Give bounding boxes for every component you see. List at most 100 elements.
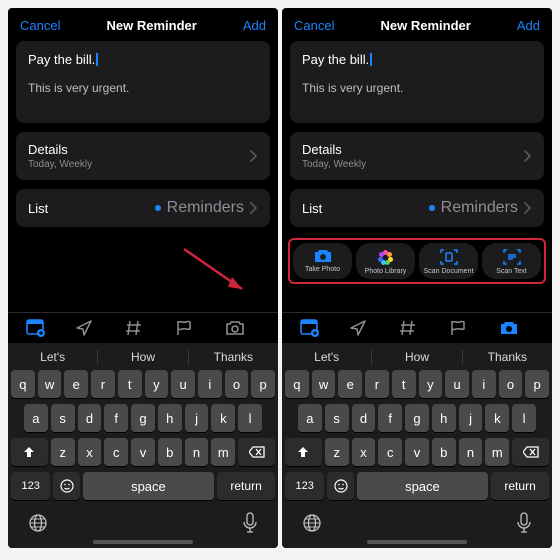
take-photo-button[interactable]: Take Photo <box>293 243 352 279</box>
key-o[interactable]: o <box>499 370 523 398</box>
mic-icon[interactable] <box>516 512 532 534</box>
suggestion[interactable]: How <box>372 350 461 364</box>
shift-key[interactable] <box>285 438 322 466</box>
key-c[interactable]: c <box>378 438 402 466</box>
globe-icon[interactable] <box>302 513 322 533</box>
key-s[interactable]: s <box>51 404 75 432</box>
emoji-key[interactable] <box>53 472 79 500</box>
photo-library-button[interactable]: Photo Library <box>356 243 415 279</box>
key-d[interactable]: d <box>78 404 102 432</box>
location-icon[interactable] <box>349 319 385 337</box>
title-input[interactable]: Pay the bill. <box>302 51 532 69</box>
suggestion[interactable]: Thanks <box>189 350 278 364</box>
key-e[interactable]: e <box>338 370 362 398</box>
key-h[interactable]: h <box>432 404 456 432</box>
notes-input[interactable]: This is very urgent. <box>28 81 258 95</box>
key-v[interactable]: v <box>131 438 155 466</box>
key-t[interactable]: t <box>118 370 142 398</box>
return-key[interactable]: return <box>217 472 275 500</box>
add-button[interactable]: Add <box>517 18 540 33</box>
key-k[interactable]: k <box>485 404 509 432</box>
key-m[interactable]: m <box>485 438 509 466</box>
details-row[interactable]: Details Today, Weekly <box>16 132 270 180</box>
key-t[interactable]: t <box>392 370 416 398</box>
key-o[interactable]: o <box>225 370 249 398</box>
backspace-key[interactable] <box>512 438 549 466</box>
return-key[interactable]: return <box>491 472 549 500</box>
key-a[interactable]: a <box>298 404 322 432</box>
key-i[interactable]: i <box>472 370 496 398</box>
list-row[interactable]: List Reminders <box>290 189 544 227</box>
hashtag-icon[interactable] <box>125 319 161 337</box>
key-b[interactable]: b <box>158 438 182 466</box>
key-j[interactable]: j <box>459 404 483 432</box>
key-h[interactable]: h <box>158 404 182 432</box>
key-f[interactable]: f <box>378 404 402 432</box>
key-q[interactable]: q <box>11 370 35 398</box>
camera-icon[interactable] <box>499 319 535 337</box>
cancel-button[interactable]: Cancel <box>20 18 60 33</box>
key-r[interactable]: r <box>365 370 389 398</box>
backspace-key[interactable] <box>238 438 275 466</box>
key-x[interactable]: x <box>352 438 376 466</box>
list-row[interactable]: List Reminders <box>16 189 270 227</box>
key-j[interactable]: j <box>185 404 209 432</box>
key-p[interactable]: p <box>251 370 275 398</box>
add-button[interactable]: Add <box>243 18 266 33</box>
key-g[interactable]: g <box>131 404 155 432</box>
key-l[interactable]: l <box>512 404 536 432</box>
key-y[interactable]: y <box>145 370 169 398</box>
flag-icon[interactable] <box>449 319 485 337</box>
numbers-key[interactable]: 123 <box>285 472 324 500</box>
key-v[interactable]: v <box>405 438 429 466</box>
key-m[interactable]: m <box>211 438 235 466</box>
cancel-button[interactable]: Cancel <box>294 18 334 33</box>
suggestion[interactable]: Let's <box>282 350 371 364</box>
key-c[interactable]: c <box>104 438 128 466</box>
suggestion[interactable]: How <box>98 350 187 364</box>
key-x[interactable]: x <box>78 438 102 466</box>
title-input[interactable]: Pay the bill. <box>28 51 258 69</box>
key-u[interactable]: u <box>445 370 469 398</box>
hashtag-icon[interactable] <box>399 319 435 337</box>
key-k[interactable]: k <box>211 404 235 432</box>
notes-input[interactable]: This is very urgent. <box>302 81 532 95</box>
key-q[interactable]: q <box>285 370 309 398</box>
emoji-key[interactable] <box>327 472 353 500</box>
key-n[interactable]: n <box>459 438 483 466</box>
shift-key[interactable] <box>11 438 48 466</box>
mic-icon[interactable] <box>242 512 258 534</box>
key-r[interactable]: r <box>91 370 115 398</box>
key-b[interactable]: b <box>432 438 456 466</box>
key-z[interactable]: z <box>51 438 75 466</box>
space-key[interactable]: space <box>83 472 214 500</box>
flag-icon[interactable] <box>175 319 211 337</box>
camera-icon[interactable] <box>225 319 261 337</box>
key-n[interactable]: n <box>185 438 209 466</box>
key-y[interactable]: y <box>419 370 443 398</box>
numbers-key[interactable]: 123 <box>11 472 50 500</box>
key-w[interactable]: w <box>38 370 62 398</box>
suggestion[interactable]: Let's <box>8 350 97 364</box>
key-w[interactable]: w <box>312 370 336 398</box>
key-f[interactable]: f <box>104 404 128 432</box>
details-row[interactable]: Details Today, Weekly <box>290 132 544 180</box>
globe-icon[interactable] <box>28 513 48 533</box>
calendar-badge-icon[interactable] <box>25 319 61 337</box>
key-s[interactable]: s <box>325 404 349 432</box>
suggestion[interactable]: Thanks <box>463 350 552 364</box>
key-d[interactable]: d <box>352 404 376 432</box>
key-g[interactable]: g <box>405 404 429 432</box>
key-p[interactable]: p <box>525 370 549 398</box>
key-z[interactable]: z <box>325 438 349 466</box>
location-icon[interactable] <box>75 319 111 337</box>
key-u[interactable]: u <box>171 370 195 398</box>
scan-document-button[interactable]: Scan Document <box>419 243 478 279</box>
calendar-badge-icon[interactable] <box>299 319 335 337</box>
key-e[interactable]: e <box>64 370 88 398</box>
space-key[interactable]: space <box>357 472 488 500</box>
key-i[interactable]: i <box>198 370 222 398</box>
scan-text-button[interactable]: Scan Text <box>482 243 541 279</box>
key-l[interactable]: l <box>238 404 262 432</box>
key-a[interactable]: a <box>24 404 48 432</box>
